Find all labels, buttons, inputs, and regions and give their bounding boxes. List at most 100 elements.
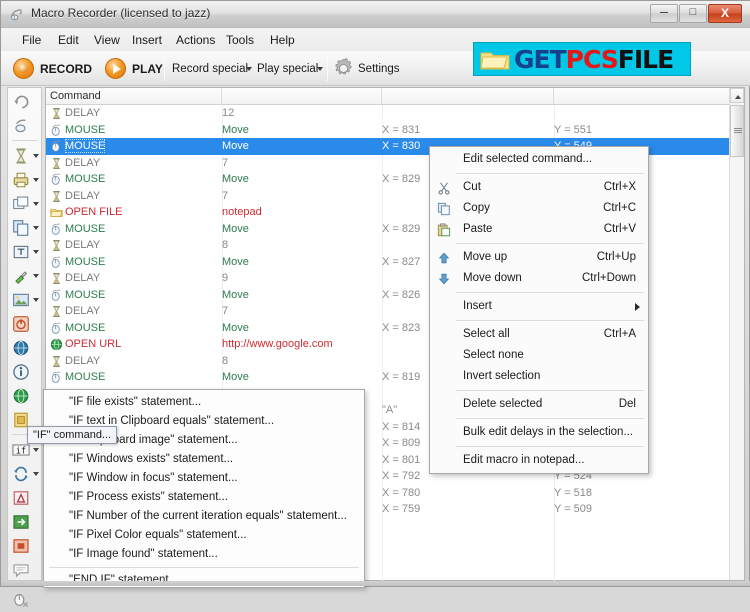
context-menu-item-copy[interactable]: Copy Ctrl+C — [430, 198, 648, 219]
minimize-button[interactable]: – — [650, 4, 678, 23]
gear-icon[interactable] — [332, 57, 355, 80]
left-toolbar-eyedropper[interactable] — [10, 264, 41, 288]
scroll-up-button[interactable] — [730, 88, 744, 103]
record-special-button[interactable]: Record special — [172, 63, 248, 75]
menu-help[interactable]: Help — [263, 32, 302, 48]
row-y-coordinate: Y = 518 — [554, 486, 593, 499]
row-command: DELAY — [65, 305, 101, 317]
left-toolbar-green-globe[interactable] — [10, 384, 41, 408]
play-special-chevron-down-icon[interactable] — [317, 67, 323, 71]
context-menu-item-select-all[interactable]: Select all Ctrl+A — [430, 324, 648, 345]
if-chevron-down-icon[interactable] — [33, 448, 39, 452]
loop-chevron-down-icon[interactable] — [33, 472, 39, 476]
column-header-command[interactable]: Command — [46, 88, 222, 104]
if-command-dropdown-menu[interactable]: "IF file exists" statement... "IF text in… — [43, 389, 365, 588]
context-menu-item-edit-macro-in-notepad[interactable]: Edit macro in notepad... — [430, 450, 648, 471]
left-toolbar-globe[interactable] — [10, 336, 41, 360]
record-button[interactable] — [13, 58, 34, 79]
context-menu-item-cut[interactable]: Cut Ctrl+X — [430, 177, 648, 198]
left-toolbar-copy[interactable] — [10, 216, 41, 240]
print-chevron-down-icon[interactable] — [33, 178, 39, 182]
row-command: DELAY — [65, 239, 101, 251]
close-button[interactable]: X — [708, 4, 742, 23]
left-toolbar-delay[interactable] — [10, 144, 41, 168]
row-command: DELAY — [65, 189, 101, 202]
left-toolbar-undo[interactable] — [10, 90, 41, 114]
scrollbar-grip-icon — [734, 128, 742, 134]
left-toolbar-redo[interactable] — [10, 114, 41, 138]
play-special-button[interactable]: Play special — [257, 63, 318, 75]
column-header-col2[interactable] — [382, 88, 554, 104]
column-header-col1[interactable] — [222, 88, 382, 104]
textbox-chevron-down-icon[interactable] — [33, 250, 39, 254]
if-menu-item-4[interactable]: "IF Window in focus" statement... — [44, 469, 364, 488]
record-special-chevron-down-icon[interactable] — [246, 67, 252, 71]
toolbar-separator-2 — [327, 57, 328, 81]
context-menu-item-label: Edit macro in notepad... — [463, 454, 585, 466]
settings-button[interactable]: Settings — [358, 63, 400, 75]
context-menu-item-delete-selected[interactable]: Delete selected Del — [430, 394, 648, 415]
title-bar[interactable]: Macro Recorder (licensed to jazz) – □ X — [1, 1, 750, 28]
if-menu-item-3[interactable]: "IF Windows exists" statement... — [44, 450, 364, 469]
context-menu-item-bulk-edit-delays-in-the-selection[interactable]: Bulk edit delays in the selection... — [430, 422, 648, 443]
left-toolbar-stop[interactable] — [10, 534, 41, 558]
if-menu-item-0[interactable]: "IF file exists" statement... — [44, 393, 364, 412]
record-label[interactable]: RECORD — [40, 62, 92, 76]
column-header-col3[interactable] — [554, 88, 744, 104]
row-value: Move — [222, 123, 249, 136]
if-menu-item-6[interactable]: "IF Number of the current iteration equa… — [44, 507, 364, 526]
window-chevron-down-icon[interactable] — [33, 202, 39, 206]
if-menu-item-8[interactable]: "IF Image found" statement... — [44, 545, 364, 564]
menu-tools[interactable]: Tools — [219, 32, 261, 48]
image-chevron-down-icon[interactable] — [33, 298, 39, 302]
context-menu-item-shortcut: Ctrl+A — [603, 328, 636, 340]
menu-actions[interactable]: Actions — [169, 32, 222, 48]
if-menu-item-5[interactable]: "IF Process exists" statement... — [44, 488, 364, 507]
table-row[interactable]: DELAY 12 — [46, 105, 730, 122]
context-menu-item-edit-selected-command[interactable]: Edit selected command... — [430, 149, 648, 170]
left-toolbar-label[interactable] — [10, 486, 41, 510]
arrow-down-icon — [438, 273, 450, 285]
left-toolbar-info[interactable] — [10, 360, 41, 384]
delay-icon — [16, 148, 26, 164]
delay-chevron-down-icon[interactable] — [33, 154, 39, 158]
scrollbar-thumb[interactable] — [730, 105, 744, 157]
maximize-button[interactable]: □ — [679, 4, 707, 23]
table-row[interactable]: MOUSE Move X = 831 Y = 551 — [46, 122, 730, 139]
vertical-scrollbar[interactable] — [729, 88, 744, 580]
menu-edit[interactable]: Edit — [51, 32, 86, 48]
left-toolbar-power[interactable] — [10, 312, 41, 336]
command-context-menu[interactable]: Edit selected command... Cut Ctrl+X Copy Ctr… — [429, 146, 649, 474]
left-toolbar-print[interactable] — [10, 168, 41, 192]
context-menu-item-move-down[interactable]: Move down Ctrl+Down — [430, 268, 648, 289]
submenu-arrow-icon — [635, 303, 640, 311]
play-button[interactable] — [105, 58, 126, 79]
context-menu-item-select-none[interactable]: Select none — [430, 345, 648, 366]
left-toolbar-image[interactable] — [10, 288, 41, 312]
eyedropper-chevron-down-icon[interactable] — [33, 274, 39, 278]
mouse-icon — [51, 140, 61, 152]
menu-view[interactable]: View — [87, 32, 127, 48]
context-menu-item-label: Move up — [463, 251, 508, 263]
redo-icon — [15, 119, 26, 133]
left-toolbar-loop[interactable] — [10, 462, 41, 486]
stop-icon — [13, 539, 29, 553]
row-command: MOUSE — [65, 123, 106, 136]
application-window: Macro Recorder (licensed to jazz) – □ X … — [0, 0, 750, 608]
copy-chevron-down-icon[interactable] — [33, 226, 39, 230]
left-toolbar-window[interactable] — [10, 192, 41, 216]
left-toolbar-goto[interactable] — [10, 510, 41, 534]
menu-insert[interactable]: Insert — [125, 32, 169, 48]
row-x-coordinate: X = 829 — [382, 173, 421, 185]
left-toolbar-comment[interactable] — [10, 558, 41, 582]
context-menu-item-insert[interactable]: Insert — [430, 296, 648, 317]
menu-file[interactable]: File — [15, 32, 48, 48]
context-menu-item-invert-selection[interactable]: Invert selection — [430, 366, 648, 387]
left-toolbar-mouse-path[interactable] — [10, 588, 41, 612]
mouse-icon — [51, 288, 61, 301]
if-menu-item-7[interactable]: "IF Pixel Color equals" statement... — [44, 526, 364, 545]
context-menu-item-paste[interactable]: Paste Ctrl+V — [430, 219, 648, 240]
play-label[interactable]: PLAY — [132, 62, 163, 76]
context-menu-item-move-up[interactable]: Move up Ctrl+Up — [430, 247, 648, 268]
left-toolbar-textbox[interactable] — [10, 240, 41, 264]
